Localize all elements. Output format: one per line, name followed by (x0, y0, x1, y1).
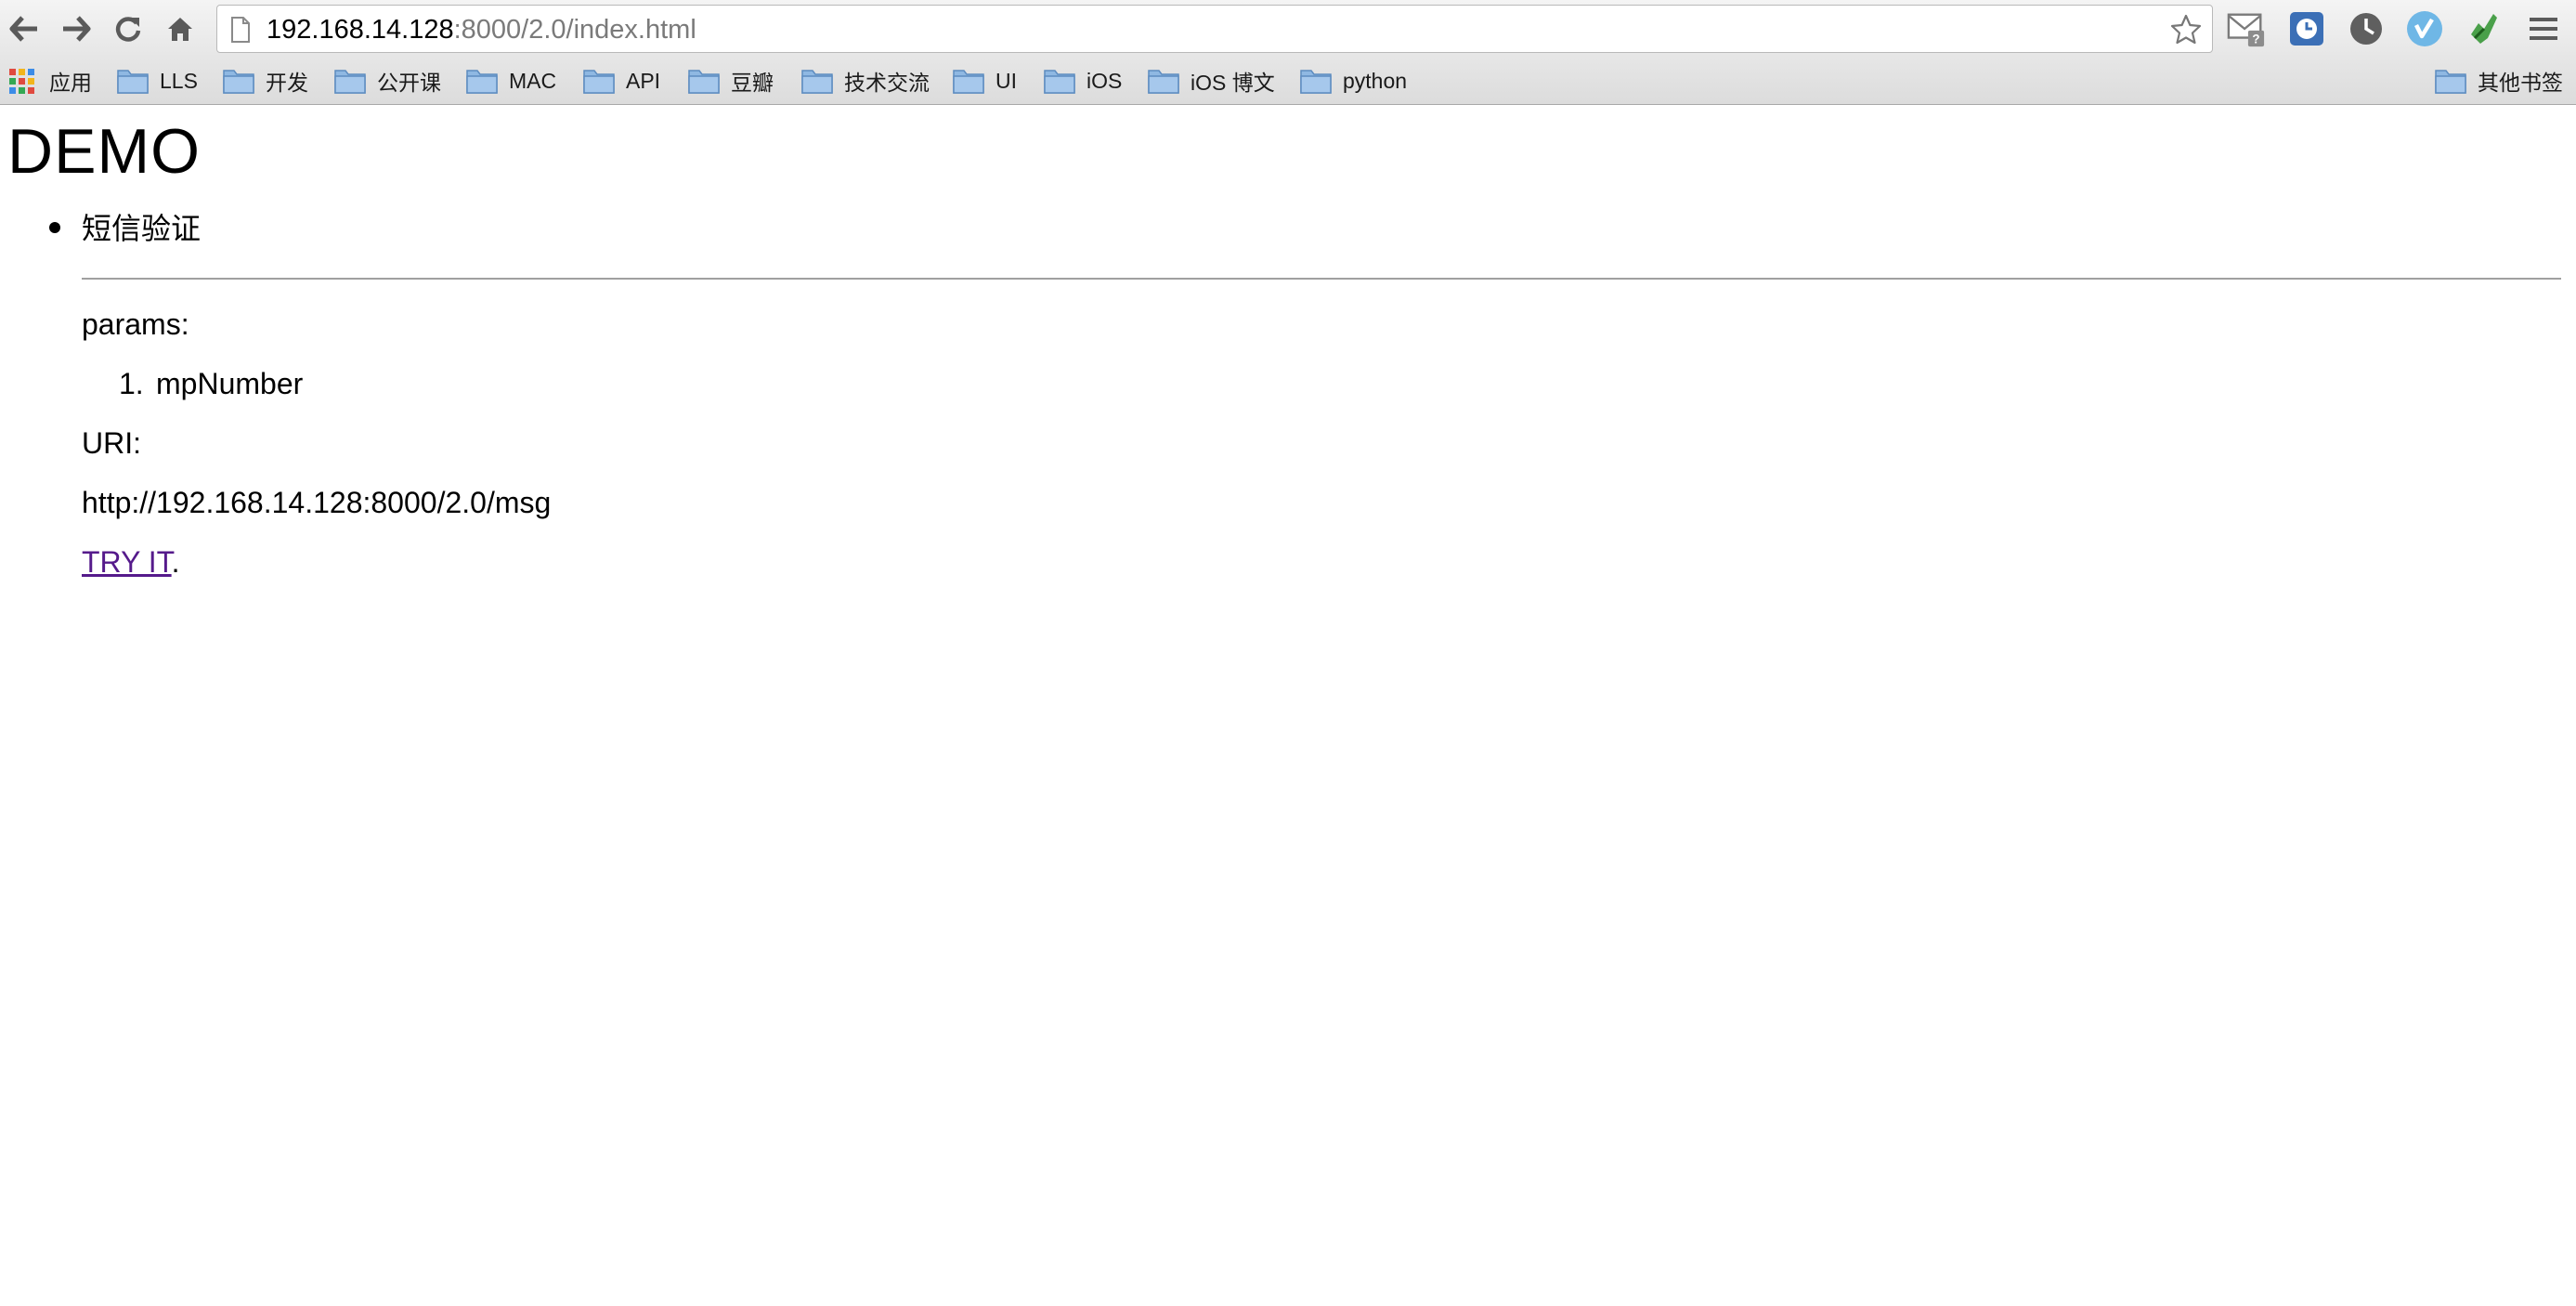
folder-icon (466, 70, 498, 94)
folder-icon (223, 70, 254, 94)
bookmark-other-label: 其他书签 (2478, 71, 2563, 95)
bookmark-folder-ios-blog[interactable]: iOS 博文 (1148, 64, 1275, 98)
history-clock-icon (2350, 13, 2382, 45)
back-arrow-icon (9, 16, 37, 42)
page-icon (231, 17, 250, 43)
bookmark-label: 开发 (266, 71, 308, 95)
try-it-link[interactable]: TRY IT (82, 545, 172, 579)
try-it-line: TRY IT. (82, 543, 180, 581)
list-bullet (49, 222, 60, 233)
reload-button[interactable] (110, 8, 147, 49)
vimeo-extension-icon (2407, 11, 2442, 46)
param-number: 1. (119, 367, 144, 400)
bookmark-apps[interactable]: 应用 (9, 64, 92, 98)
param-item: mpNumber (156, 367, 304, 400)
bookmark-star-icon[interactable] (2169, 13, 2203, 46)
folder-icon (953, 70, 984, 94)
bookmark-label: iOS 博文 (1190, 71, 1275, 95)
bookmark-label: API (626, 68, 661, 93)
chrome-menu-button[interactable] (2524, 9, 2563, 48)
evernote-extension-icon (2471, 14, 2497, 44)
folder-icon (1300, 70, 1332, 94)
page-title: DEMO (7, 116, 201, 187)
uri-label: URI: (82, 426, 141, 460)
url-host: 192.168.14.128 (267, 15, 454, 45)
bookmark-label: 公开课 (377, 71, 441, 95)
bookmark-label: UI (995, 68, 1017, 93)
folder-icon (334, 70, 366, 94)
bookmark-label: 豆瓣 (731, 71, 774, 95)
evernote-extension-button[interactable] (2465, 9, 2504, 48)
apps-grid-icon (9, 68, 34, 94)
bookmark-label: python (1343, 68, 1408, 93)
bookmark-folder-tech-exchange[interactable]: 技术交流 (801, 64, 930, 98)
horizontal-rule (82, 278, 2561, 280)
folder-icon (801, 70, 833, 94)
folder-icon (1148, 70, 1179, 94)
bookmark-folder-ui[interactable]: UI (953, 64, 1017, 98)
timer-extension-button[interactable] (2287, 9, 2326, 48)
bookmark-folder-dev[interactable]: 开发 (223, 64, 308, 98)
page-content: DEMO 短信验证 params: 1. mpNumber URI: http:… (0, 105, 2576, 1306)
bookmark-label: 技术交流 (844, 71, 930, 95)
home-button[interactable] (162, 8, 199, 49)
bookmark-label: LLS (160, 68, 198, 93)
folder-icon (2435, 70, 2466, 94)
bookmark-folder-lls[interactable]: LLS (117, 64, 198, 98)
url-text[interactable]: 192.168.14.128:8000/2.0/index.html (267, 14, 696, 46)
vimeo-extension-button[interactable] (2405, 9, 2444, 48)
forward-arrow-icon (63, 16, 91, 42)
bookmarks-bar: 应用 LLS 开发 公开课 MAC API 豆瓣 技术交流 UI iOS iOS… (0, 58, 2576, 105)
folder-icon (1044, 70, 1075, 94)
timer-extension-icon (2290, 12, 2323, 46)
history-button[interactable] (2347, 9, 2386, 48)
params-label: params: (82, 307, 189, 341)
address-bar[interactable]: 192.168.14.128:8000/2.0/index.html (216, 5, 2213, 53)
gmail-checker-icon: ? (2227, 13, 2265, 47)
bookmark-folder-mac[interactable]: MAC (466, 64, 556, 98)
folder-icon (117, 70, 149, 94)
bookmark-apps-label: 应用 (49, 71, 92, 95)
bookmark-folder-ios[interactable]: iOS (1044, 64, 1122, 98)
bookmark-folder-python[interactable]: python (1300, 64, 1407, 98)
uri-value: http://192.168.14.128:8000/2.0/msg (82, 486, 552, 519)
home-icon (168, 18, 192, 41)
folder-icon (688, 70, 720, 94)
svg-text:?: ? (2252, 32, 2259, 46)
bookmark-folder-open-course[interactable]: 公开课 (334, 64, 441, 98)
back-button[interactable] (6, 8, 43, 49)
bookmark-folder-douban[interactable]: 豆瓣 (688, 64, 774, 98)
bookmark-folder-other[interactable]: 其他书签 (2435, 64, 2563, 98)
bookmark-label: iOS (1086, 68, 1123, 93)
folder-icon (583, 70, 615, 94)
forward-button[interactable] (58, 8, 95, 49)
bookmark-label: MAC (509, 68, 557, 93)
try-it-suffix: . (171, 545, 180, 579)
gmail-checker-button[interactable]: ? (2227, 9, 2266, 48)
browser-toolbar: 192.168.14.128:8000/2.0/index.html ? (0, 0, 2576, 58)
reload-icon (115, 17, 141, 42)
bookmark-folder-api[interactable]: API (583, 64, 660, 98)
url-path: :8000/2.0/index.html (453, 15, 696, 45)
section-name: 短信验证 (82, 212, 202, 245)
chrome-menu-icon (2530, 18, 2557, 40)
